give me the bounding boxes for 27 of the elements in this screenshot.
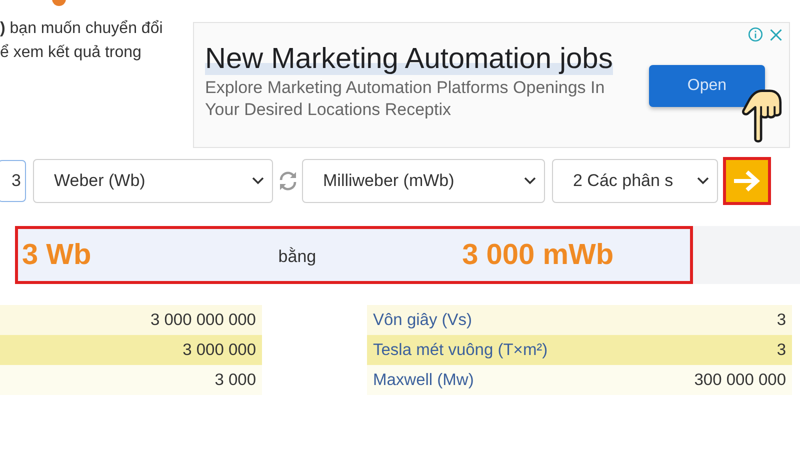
intro-text: ể xem kết quả trong: [0, 43, 142, 63]
unit-link[interactable]: Vôn giây (Vs): [373, 310, 472, 330]
table-cell: 3: [776, 310, 786, 330]
unit-link[interactable]: Maxwell (Mw): [373, 370, 474, 390]
ad-description: Explore Marketing Automation Platforms Openings In Your Desired Locations Receptix: [205, 77, 606, 121]
table-cell: 3 000 000 000: [150, 310, 256, 330]
result-amount: 3 000 mWb: [462, 238, 614, 272]
table-cell: 3: [776, 340, 786, 360]
chevron-down-icon: [697, 177, 709, 185]
unit-link[interactable]: Tesla mét vuông (T×m²): [373, 340, 548, 360]
close-icon[interactable]: [769, 28, 783, 42]
equals-label: bằng: [278, 247, 316, 267]
intro-text: ) bạn muốn chuyển đổi: [0, 19, 164, 39]
precision-select[interactable]: 2 Các phân s: [552, 159, 718, 203]
table-cell: 300 000 000: [694, 370, 786, 390]
info-icon[interactable]: [748, 27, 763, 42]
arrow-right-icon: [732, 169, 762, 193]
table-cell: 3 000 000: [182, 340, 256, 360]
convert-button[interactable]: [723, 157, 771, 205]
chevron-down-icon: [524, 177, 536, 185]
amount-field[interactable]: 3: [0, 160, 26, 202]
chevron-down-icon: [252, 177, 264, 185]
source-amount: 3 Wb: [22, 238, 92, 272]
table-cell: 3 000: [214, 370, 256, 390]
from-unit-select[interactable]: Weber (Wb): [33, 159, 273, 203]
to-unit-select[interactable]: Milliweber (mWb): [302, 159, 545, 203]
open-button[interactable]: Open: [649, 65, 765, 107]
